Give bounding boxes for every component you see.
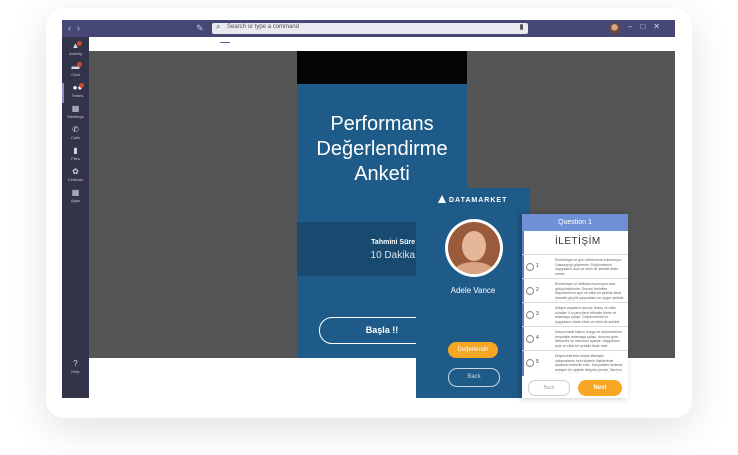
- notification-badge: [79, 83, 84, 88]
- app-rail: ▲ Activity ▬ Chat ●● Teams ▦ Meetings ✆ …: [62, 37, 89, 398]
- option-number: 5: [536, 359, 539, 365]
- portrait-face: [462, 231, 486, 261]
- answer-option[interactable]: 2 Emirlerlaya ve iletileşim kurmuşun baz…: [522, 278, 628, 303]
- radio-button[interactable]: [526, 335, 534, 343]
- person-name: Adele Vance: [450, 286, 496, 295]
- rail-label: Activity: [69, 51, 82, 56]
- title-bar: ‹› ✎ ⌕ Search or type a command –□✕: [62, 20, 675, 37]
- question-header: Question 1: [522, 214, 628, 231]
- radio-button[interactable]: [526, 287, 534, 295]
- calendar-icon: ▦: [71, 104, 80, 113]
- search-icon: ⌕: [216, 22, 221, 31]
- answer-option[interactable]: 4 Karşısındaki kişinin duygu ve düşüncel…: [522, 326, 628, 351]
- file-icon: ▮: [73, 146, 78, 155]
- rail-label: Teams: [71, 93, 84, 98]
- apps-icon: ▦: [71, 188, 80, 197]
- rail-item-teams[interactable]: ●● Teams: [62, 83, 91, 103]
- option-number: 1: [536, 263, 539, 269]
- option-number: 3: [536, 311, 539, 317]
- microphone-icon[interactable]: [520, 24, 523, 30]
- rate-button[interactable]: Değerlendir: [448, 342, 498, 358]
- rail-label: Chat: [71, 72, 80, 77]
- portrait-image: [448, 222, 500, 274]
- option-number: 2: [536, 287, 539, 293]
- rail-item-certiosis[interactable]: ✿ Certiosis: [62, 167, 89, 187]
- active-tab-indicator: [220, 42, 230, 43]
- forward-arrow-icon[interactable]: ›: [77, 23, 86, 33]
- rail-label: Meetings: [67, 114, 84, 119]
- duration-value: 10 Dakika: [370, 250, 415, 261]
- answer-option[interactable]: 5 Düşüncelerinde ekipte etkileşim çalışm…: [522, 350, 628, 375]
- search-input[interactable]: ⌕ Search or type a command: [212, 22, 528, 34]
- notification-badge: [77, 41, 82, 46]
- compose-icon[interactable]: ✎: [196, 23, 204, 34]
- question-category: İLETİŞİM: [555, 236, 601, 247]
- flower-icon: ✿: [72, 167, 79, 176]
- profile-photo: [445, 219, 503, 277]
- minimize-icon[interactable]: –: [628, 22, 640, 31]
- window-controls: –□✕: [628, 22, 668, 31]
- rail-label: Help: [71, 369, 80, 374]
- rail-item-apps[interactable]: ▦ Apps: [62, 188, 89, 208]
- radio-button[interactable]: [526, 359, 534, 367]
- duration-label: Tahmini Süre: [371, 239, 415, 246]
- phone-icon: ✆: [72, 125, 79, 134]
- rail-item-files[interactable]: ▮ Files: [62, 146, 89, 166]
- rail-item-help[interactable]: ? Help: [62, 359, 89, 379]
- back-arrow-icon[interactable]: ‹: [68, 23, 77, 33]
- option-text: Düşüncelerinde ekipte etkileşim çalışmal…: [555, 354, 625, 373]
- maximize-icon[interactable]: □: [640, 22, 653, 31]
- rail-item-activity[interactable]: ▲ Activity: [62, 41, 89, 61]
- portrait-shoulders: [454, 262, 494, 274]
- option-number: 4: [536, 335, 539, 341]
- option-text: İletişim araçlarını seçme düzey ve etkin…: [555, 306, 620, 325]
- question-phone: Question 1 İLETİŞİM 1 Emirlerlaya ve göz…: [522, 214, 628, 398]
- notification-badge: [77, 62, 82, 67]
- help-icon: ?: [73, 359, 78, 368]
- rail-label: Certiosis: [67, 177, 84, 182]
- brand-logo: DATAMARKET: [438, 195, 507, 204]
- search-placeholder: Search or type a command: [227, 24, 300, 30]
- radio-button[interactable]: [526, 311, 534, 319]
- back-button[interactable]: Back: [448, 368, 500, 387]
- teams-icon: ●●: [72, 83, 83, 92]
- rail-item-calls[interactable]: ✆ Calls: [62, 125, 89, 145]
- survey-top-bar: [297, 51, 467, 84]
- question-back-button[interactable]: Back: [528, 380, 570, 396]
- rail-label: Files: [71, 156, 80, 161]
- rail-label: Calls: [71, 135, 80, 140]
- close-icon[interactable]: ✕: [653, 22, 668, 31]
- answer-option[interactable]: 1 Emirlerlaya ve göz özlülemede bulunmuy…: [522, 254, 628, 279]
- rail-label: Apps: [70, 198, 81, 203]
- rail-item-chat[interactable]: ▬ Chat: [62, 62, 89, 82]
- logo-icon: [438, 195, 446, 203]
- option-text: Emirlerlaya ve iletileşim kurmuşun bazı …: [555, 282, 624, 301]
- profile-phone: DATAMARKET Adele Vance Değerlendir Back: [416, 188, 530, 398]
- next-button[interactable]: Next: [578, 380, 622, 396]
- nav-arrows[interactable]: ‹›: [68, 23, 86, 33]
- radio-button[interactable]: [526, 263, 534, 271]
- bell-icon: ▲: [71, 41, 80, 50]
- survey-title: Performans Değerlendirme Anketi: [316, 113, 448, 185]
- option-text: Emirlerlaya ve göz özlülemede bulunmuya …: [555, 258, 621, 276]
- option-text: Karşısındaki kişinin duygu ve düşünceler…: [555, 330, 622, 348]
- answer-option[interactable]: 3 İletişim araçlarını seçme düzey ve etk…: [522, 302, 628, 327]
- brand-name: DATAMARKET: [449, 197, 508, 204]
- rail-item-meetings[interactable]: ▦ Meetings: [62, 104, 89, 124]
- chat-icon: ▬: [71, 62, 80, 71]
- avatar[interactable]: [609, 23, 620, 34]
